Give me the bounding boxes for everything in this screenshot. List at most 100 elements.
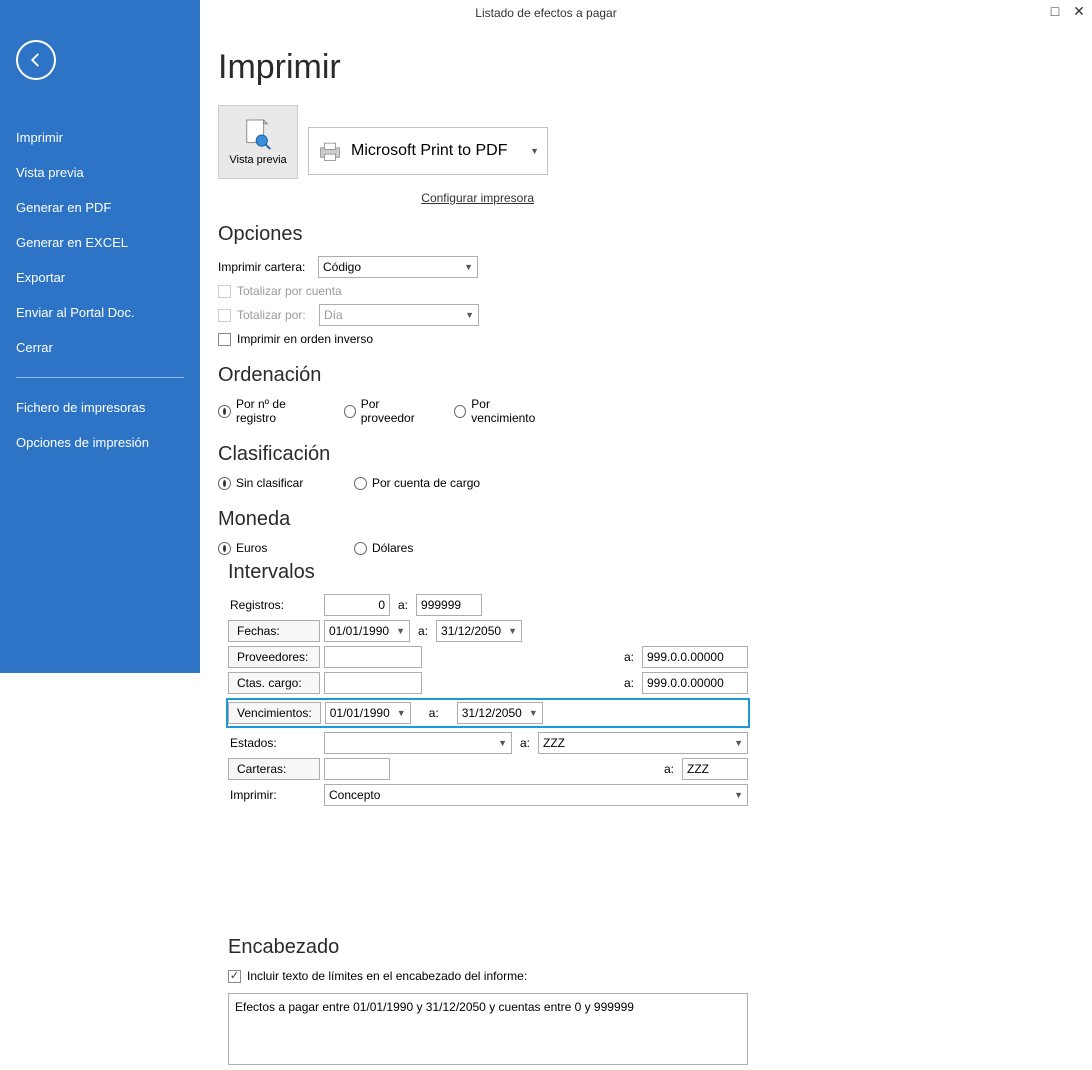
orden-inverso-label: Imprimir en orden inverso: [237, 332, 373, 346]
proveedores-from-input[interactable]: [324, 646, 422, 668]
fechas-from-value: 01/01/1990: [329, 624, 389, 638]
arrow-left-icon: [27, 51, 45, 69]
ctas-cargo-button[interactable]: Ctas. cargo:: [228, 672, 320, 694]
incluir-limites-checkbox[interactable]: [228, 970, 241, 983]
totalizar-cuenta-checkbox[interactable]: [218, 285, 231, 298]
opciones-heading: Opciones: [218, 223, 548, 246]
totalizar-por-value: Día: [324, 308, 343, 322]
sidebar-item-cerrar[interactable]: Cerrar: [0, 330, 200, 365]
configure-printer-link[interactable]: Configurar impresora: [218, 183, 540, 205]
radio-icon: [454, 405, 466, 418]
radio-euros[interactable]: Euros: [218, 541, 328, 555]
sidebar-item-vista-previa[interactable]: Vista previa: [0, 155, 200, 190]
registros-to-input[interactable]: [416, 594, 482, 616]
document-magnify-icon: [243, 118, 273, 152]
radio-icon: [354, 477, 367, 490]
chevron-down-icon: ▼: [530, 146, 539, 156]
estados-label: Estados:: [228, 736, 324, 750]
radio-dolares-label: Dólares: [372, 541, 413, 555]
chevron-down-icon: ▼: [734, 738, 743, 748]
printer-icon: [317, 140, 343, 162]
a-label: a:: [418, 624, 428, 638]
imprimir-select[interactable]: Concepto▼: [324, 784, 748, 806]
incluir-limites-label: Incluir texto de límites en el encabezad…: [247, 969, 527, 983]
radio-sin-clasificar[interactable]: Sin clasificar: [218, 476, 328, 490]
maximize-icon[interactable]: □: [1048, 4, 1062, 18]
sidebar-item-fichero[interactable]: Fichero de impresoras: [0, 390, 200, 425]
carteras-from-input[interactable]: [324, 758, 390, 780]
orden-inverso-checkbox[interactable]: [218, 333, 231, 346]
registros-label: Registros:: [228, 598, 324, 612]
printer-name: Microsoft Print to PDF: [351, 142, 507, 160]
fechas-to-value: 31/12/2050: [441, 624, 501, 638]
imprimir-value: Concepto: [329, 788, 380, 802]
preview-button[interactable]: Vista previa: [218, 105, 298, 179]
sidebar: Imprimir Vista previa Generar en PDF Gen…: [0, 0, 200, 673]
moneda-heading: Moneda: [218, 508, 548, 531]
radio-icon: [344, 405, 356, 418]
a-label: a:: [429, 706, 439, 720]
intervalos-heading: Intervalos: [228, 561, 748, 584]
printer-select[interactable]: Microsoft Print to PDF ▼: [308, 127, 548, 175]
sidebar-item-opciones[interactable]: Opciones de impresión: [0, 425, 200, 460]
vencimientos-to-select[interactable]: 31/12/2050 ▼: [457, 702, 543, 724]
radio-cuenta-cargo[interactable]: Por cuenta de cargo: [354, 476, 480, 490]
estados-to-select[interactable]: ZZZ ▼: [538, 732, 748, 754]
radio-sin-clasificar-label: Sin clasificar: [236, 476, 303, 490]
radio-por-proveedor-label: Por proveedor: [361, 397, 429, 425]
imprimir-cartera-value: Código: [323, 260, 361, 274]
chevron-down-icon: ▼: [397, 708, 406, 718]
radio-por-registro[interactable]: Por nº de registro: [218, 397, 318, 425]
ctas-cargo-from-input[interactable]: [324, 672, 422, 694]
sidebar-item-portal[interactable]: Enviar al Portal Doc.: [0, 295, 200, 330]
a-label: a:: [624, 650, 634, 664]
sidebar-item-imprimir[interactable]: Imprimir: [0, 120, 200, 155]
radio-dolares[interactable]: Dólares: [354, 541, 413, 555]
a-label: a:: [520, 736, 530, 750]
registros-from-input[interactable]: [324, 594, 390, 616]
fechas-button[interactable]: Fechas:: [228, 620, 320, 642]
totalizar-por-select: Día▼: [319, 304, 479, 326]
radio-por-vencimiento[interactable]: Por vencimiento: [454, 397, 548, 425]
carteras-button[interactable]: Carteras:: [228, 758, 320, 780]
back-button[interactable]: [16, 40, 56, 80]
chevron-down-icon: ▼: [508, 626, 517, 636]
fechas-to-select[interactable]: 31/12/2050 ▼: [436, 620, 522, 642]
radio-icon: [218, 405, 231, 418]
radio-por-proveedor[interactable]: Por proveedor: [344, 397, 429, 425]
fechas-from-select[interactable]: 01/01/1990 ▼: [324, 620, 410, 642]
sidebar-item-exportar[interactable]: Exportar: [0, 260, 200, 295]
a-label: a:: [624, 676, 634, 690]
ordenacion-heading: Ordenación: [218, 364, 548, 387]
estados-to-value: ZZZ: [543, 736, 565, 750]
vencimientos-from-select[interactable]: 01/01/1990▼: [325, 702, 411, 724]
radio-euros-label: Euros: [236, 541, 267, 555]
vencimientos-button[interactable]: Vencimientos:: [228, 702, 321, 724]
sidebar-item-excel[interactable]: Generar en EXCEL: [0, 225, 200, 260]
estados-from-select[interactable]: ▼: [324, 732, 512, 754]
carteras-to-input[interactable]: [682, 758, 748, 780]
ctas-cargo-to-input[interactable]: [642, 672, 748, 694]
totalizar-por-label: Totalizar por:: [237, 308, 319, 322]
chevron-down-icon: ▼: [464, 262, 473, 272]
radio-icon: [218, 477, 231, 490]
chevron-down-icon: ▼: [529, 708, 538, 718]
a-label: a:: [664, 762, 674, 776]
page-heading: Imprimir: [218, 48, 1070, 87]
encabezado-textarea[interactable]: [228, 993, 748, 1065]
encabezado-heading: Encabezado: [228, 936, 748, 959]
a-label: a:: [398, 598, 408, 612]
vencimientos-to-value: 31/12/2050: [462, 706, 522, 720]
chevron-down-icon: ▼: [498, 738, 507, 748]
totalizar-por-checkbox[interactable]: [218, 309, 231, 322]
close-icon[interactable]: ✕: [1072, 4, 1086, 18]
proveedores-to-input[interactable]: [642, 646, 748, 668]
imprimir-label: Imprimir:: [228, 788, 324, 802]
chevron-down-icon: ▼: [396, 626, 405, 636]
proveedores-button[interactable]: Proveedores:: [228, 646, 320, 668]
radio-cuenta-cargo-label: Por cuenta de cargo: [372, 476, 480, 490]
imprimir-cartera-label: Imprimir cartera:: [218, 260, 318, 274]
clasificacion-heading: Clasificación: [218, 443, 548, 466]
sidebar-item-pdf[interactable]: Generar en PDF: [0, 190, 200, 225]
imprimir-cartera-select[interactable]: Código ▼: [318, 256, 478, 278]
